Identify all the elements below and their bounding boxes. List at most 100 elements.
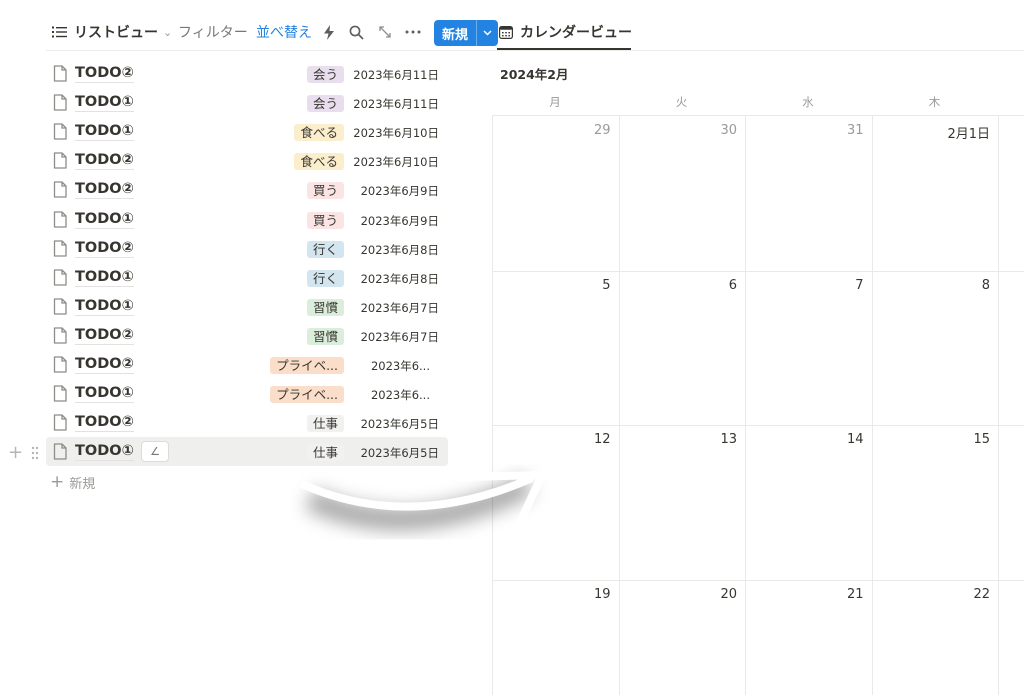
chevron-down-icon[interactable] bbox=[477, 20, 498, 46]
weekday-label: 火 bbox=[675, 95, 688, 109]
date-value: 2023年6月10日 bbox=[353, 155, 439, 170]
list-new-label: 新規 bbox=[69, 476, 96, 492]
calendar-day-number[interactable]: 31 bbox=[804, 123, 864, 138]
list-item-title[interactable]: TODO② bbox=[75, 327, 134, 345]
list-item-title[interactable]: TODO② bbox=[75, 240, 134, 258]
list-item[interactable]: TODO① ∠ 仕事 2023年6月5日 bbox=[46, 437, 448, 467]
weekday-label: 木 bbox=[928, 95, 941, 109]
list-item[interactable]: TODO① プライベ... 2023年6... bbox=[46, 379, 448, 408]
list-item-title[interactable]: TODO② bbox=[75, 181, 134, 200]
lightning-icon[interactable] bbox=[320, 23, 338, 41]
grid-line bbox=[492, 425, 1024, 426]
date-value: 2023年6月7日 bbox=[360, 300, 439, 315]
calendar-day-number[interactable]: 6 bbox=[677, 278, 737, 293]
calendar-view-tab[interactable]: カレンダービュー bbox=[499, 21, 632, 43]
date-value: 2023年6月11日 bbox=[353, 68, 439, 82]
list-item[interactable]: TODO① 買う 2023年6月9日 bbox=[46, 205, 448, 234]
list-item-title[interactable]: TODO① bbox=[75, 443, 134, 462]
list-item[interactable]: TODO② 行く 2023年6月8日 bbox=[46, 234, 448, 263]
list-item-title[interactable]: TODO② bbox=[75, 65, 134, 83]
list-item[interactable]: TODO② 食べる 2023年6月10日 bbox=[46, 146, 448, 175]
tag-badge: 行く bbox=[306, 269, 344, 287]
date-value: 2023年6月5日 bbox=[360, 417, 439, 432]
sort-button[interactable]: 並べ替え bbox=[256, 21, 312, 43]
tag-badge: 習慣 bbox=[306, 327, 344, 345]
calendar-day-number[interactable]: 7 bbox=[804, 278, 863, 293]
calendar-day-number[interactable]: 15 bbox=[930, 432, 990, 447]
page-icon bbox=[53, 123, 67, 140]
page-icon bbox=[53, 269, 67, 286]
filter-button[interactable]: フィルター bbox=[178, 21, 248, 43]
new-button-label[interactable]: 新規 bbox=[434, 20, 476, 46]
date-value: 2023年6月10日 bbox=[353, 126, 439, 141]
list-item-title[interactable]: TODO① bbox=[75, 385, 134, 404]
list-item[interactable]: TODO② 買う 2023年6月9日 bbox=[46, 175, 448, 204]
chevron-down-icon: ⌄ bbox=[163, 25, 173, 39]
date-value: 2023年6月9日 bbox=[360, 213, 439, 228]
list-item[interactable]: TODO② 会う 2023年6月11日 bbox=[46, 59, 448, 88]
list-item-title[interactable]: TODO① bbox=[75, 123, 134, 142]
calendar-day-number[interactable]: 13 bbox=[677, 432, 737, 447]
list-item-title[interactable]: TODO② bbox=[75, 152, 134, 171]
date-value: 2023年6月5日 bbox=[360, 446, 439, 461]
list-item[interactable]: TODO② プライベ... 2023年6... bbox=[46, 350, 448, 379]
tag-badge: プライベ... bbox=[270, 357, 344, 374]
add-row-icon[interactable]: + bbox=[8, 444, 23, 462]
list-new-button[interactable]: + 新規 bbox=[50, 473, 96, 492]
list-view-label: リストビュー bbox=[74, 25, 158, 41]
list-item-title[interactable]: TODO① bbox=[75, 211, 134, 229]
page-icon bbox=[53, 385, 67, 402]
calendar-day-number[interactable]: 2月1日 bbox=[930, 123, 990, 142]
calendar-day-number[interactable]: 22 bbox=[930, 587, 990, 602]
list-item-title[interactable]: TODO② bbox=[75, 356, 134, 374]
new-button[interactable]: 新規 bbox=[434, 20, 498, 46]
list-item-title[interactable]: TODO② bbox=[75, 414, 134, 433]
calendar-day-number[interactable]: 20 bbox=[677, 587, 737, 602]
tag-badge: 会う bbox=[306, 95, 344, 113]
page-icon bbox=[53, 414, 67, 431]
grid-line bbox=[492, 270, 1024, 272]
list-item-title[interactable]: TODO① bbox=[75, 298, 134, 316]
list-view-tab[interactable]: リストビュー ⌄ bbox=[52, 21, 172, 43]
edit-icon[interactable]: ∠ bbox=[141, 441, 169, 463]
date-value: 2023年6月7日 bbox=[360, 329, 439, 344]
grid-line bbox=[745, 116, 746, 695]
list-item[interactable]: TODO② 仕事 2023年6月5日 bbox=[46, 408, 448, 437]
list-icon bbox=[52, 26, 67, 38]
list-item[interactable]: TODO② 習慣 2023年6月7日 bbox=[46, 321, 448, 350]
page-icon bbox=[53, 65, 67, 82]
list-item[interactable]: TODO① 食べる 2023年6月10日 bbox=[46, 117, 448, 146]
calendar-month-title: 2024年2月 bbox=[500, 67, 569, 82]
calendar-day-number[interactable]: 12 bbox=[551, 432, 611, 447]
list-item-title[interactable]: TODO① bbox=[75, 269, 134, 287]
calendar-day-number[interactable]: 30 bbox=[677, 123, 737, 138]
calendar-day-number[interactable]: 14 bbox=[804, 432, 864, 447]
calendar-day-number[interactable]: 8 bbox=[930, 278, 990, 293]
list-item-title[interactable]: TODO① bbox=[75, 94, 134, 113]
calendar-day-number[interactable]: 5 bbox=[551, 278, 610, 293]
drag-handle-icon[interactable] bbox=[31, 446, 39, 460]
search-icon[interactable] bbox=[347, 23, 365, 41]
tag-badge: 食べる bbox=[294, 153, 344, 171]
page-icon bbox=[53, 298, 67, 315]
calendar-day-number[interactable]: 29 bbox=[551, 123, 611, 138]
tag-badge: 習慣 bbox=[306, 298, 344, 316]
list-item[interactable]: TODO① 行く 2023年6月8日 bbox=[46, 263, 448, 292]
list-item[interactable]: TODO① 習慣 2023年6月7日 bbox=[46, 292, 448, 321]
expand-icon[interactable] bbox=[376, 23, 394, 41]
calendar-day-number[interactable]: 19 bbox=[551, 587, 611, 602]
grid-line bbox=[492, 116, 493, 695]
calendar-view: 2024年2月 月火水木 29 30 31 2月1日 5 6 7 8 12 13 14 15 19 20 2… bbox=[492, 51, 1024, 695]
calendar-weekday-header: 月火水木 bbox=[492, 94, 1024, 114]
page-icon bbox=[53, 94, 67, 111]
tag-badge: 行く bbox=[306, 240, 344, 258]
tag-badge: 会う bbox=[306, 66, 344, 83]
page-icon bbox=[53, 181, 67, 199]
date-value: 2023年6月9日 bbox=[360, 184, 439, 199]
tag-badge: 食べる bbox=[294, 124, 344, 142]
page-icon bbox=[53, 443, 67, 460]
list-item[interactable]: TODO① 会う 2023年6月11日 bbox=[46, 88, 448, 117]
page-icon bbox=[53, 356, 67, 373]
calendar-day-number[interactable]: 21 bbox=[804, 587, 864, 602]
more-icon[interactable] bbox=[404, 23, 422, 41]
